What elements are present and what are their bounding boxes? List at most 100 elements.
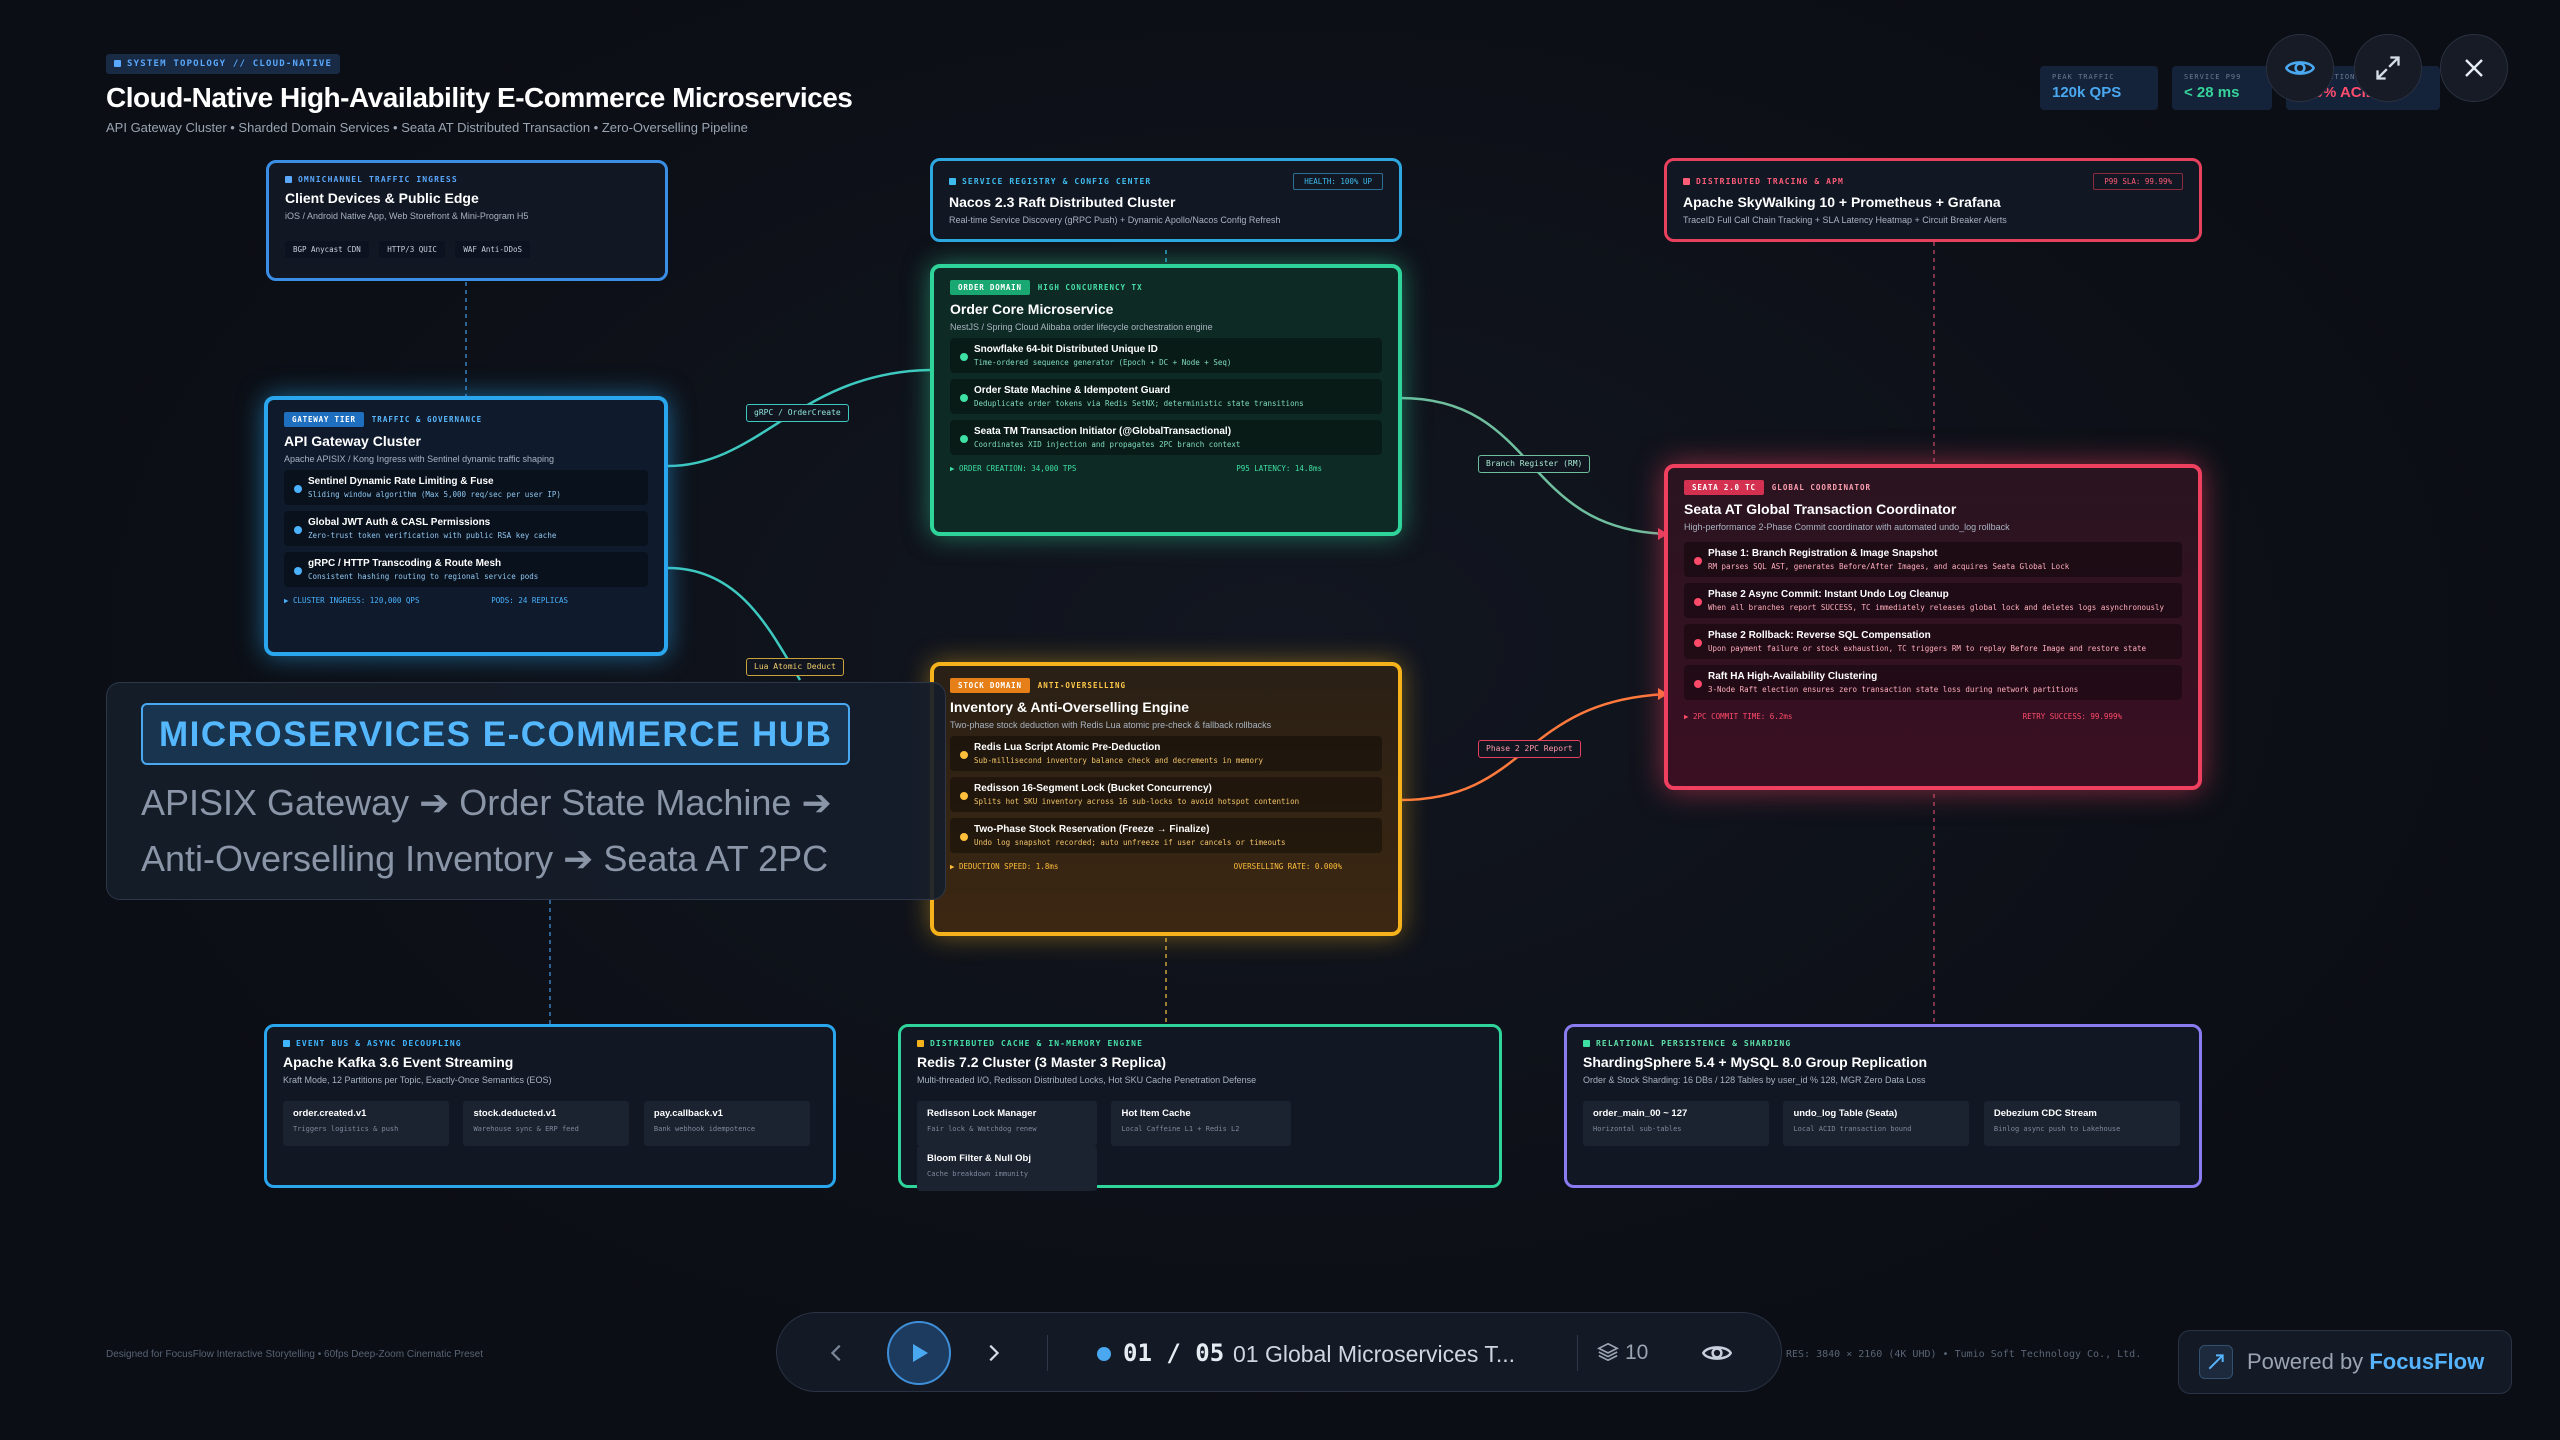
- tag-dot: [917, 1040, 924, 1047]
- card-redis[interactable]: DISTRIBUTED CACHE & IN-MEMORY ENGINE Red…: [898, 1024, 1502, 1191]
- topic-box: stock.deducted.v1 Warehouse sync & ERP fe…: [463, 1101, 630, 1146]
- tag-dot: [1583, 1040, 1590, 1047]
- item-desc: Upon payment failure or stock exhaustion…: [1708, 644, 2146, 653]
- card-title: Order Core Microservice: [950, 301, 1114, 317]
- connector-label-branch: Branch Register (RM): [1478, 455, 1591, 473]
- card-client-devices[interactable]: OMNICHANNEL TRAFFIC INGRESS Client Devic…: [266, 160, 668, 281]
- item-title: Raft HA High-Availability Clustering: [1708, 671, 1878, 682]
- toggle-visibility-button[interactable]: [1697, 1333, 1737, 1373]
- card-api-gateway[interactable]: GATEWAY TIER TRAFFIC & GOVERNANCE API Ga…: [264, 396, 668, 656]
- shard-row: order_main_00 ~ 127 Horizontal sub-tables…: [1583, 1101, 2183, 1146]
- bullet: [960, 435, 968, 443]
- domain-label: HIGH CONCURRENCY TX: [1037, 283, 1143, 292]
- domain-label: ANTI-OVERSELLING: [1037, 681, 1127, 690]
- shard-box: order_main_00 ~ 127 Horizontal sub-tables: [1583, 1101, 1769, 1146]
- card-nacos-registry[interactable]: SERVICE REGISTRY & CONFIG CENTER HEALTH:…: [930, 158, 1402, 242]
- topic-desc: Warehouse sync & ERP feed: [473, 1125, 579, 1133]
- shard-desc: Horizontal sub-tables: [1593, 1125, 1682, 1133]
- chip-cdn: BGP Anycast CDN: [285, 241, 369, 258]
- focusflow-logo-icon: [2199, 1345, 2233, 1379]
- list-item: Phase 1: Branch Registration & Image Sna…: [1684, 542, 2182, 577]
- card-kafka[interactable]: EVENT BUS & ASYNC DECOUPLING Apache Kafk…: [264, 1024, 836, 1188]
- kpi-value: < 28 ms: [2184, 84, 2240, 101]
- card-shardingsphere[interactable]: RELATIONAL PERSISTENCE & SHARDING Shardi…: [1564, 1024, 2202, 1188]
- trend-icon: [2208, 1354, 2224, 1370]
- list-item: Two-Phase Stock Reservation (Freeze → Fi…: [950, 818, 1382, 853]
- layers-count: 10: [1625, 1341, 1649, 1364]
- cache-desc: Cache breakdown immunity: [927, 1170, 1029, 1178]
- card-header-row: DISTRIBUTED TRACING & APM P99 SLA: 99.99…: [1683, 173, 2183, 190]
- preview-button[interactable]: [2266, 34, 2334, 102]
- card-footer: ▶ DEDUCTION SPEED: 1.8ms OVERSELLING RATE…: [950, 862, 1382, 871]
- item-title: Phase 1: Branch Registration & Image Sna…: [1708, 548, 1938, 559]
- shard-box: Debezium CDC Stream Binlog async push to …: [1983, 1101, 2180, 1146]
- card-subtitle: Two-phase stock deduction with Redis Lua…: [950, 720, 1272, 730]
- play-button[interactable]: [887, 1321, 951, 1385]
- list-item: Raft HA High-Availability Clustering 3-No…: [1684, 665, 2182, 700]
- layers-counter[interactable]: 10: [1596, 1341, 1649, 1365]
- chip-quic: HTTP/3 QUIC: [379, 241, 445, 258]
- list-item: Phase 2 Async Commit: Instant Undo Log C…: [1684, 583, 2182, 618]
- bullet: [960, 833, 968, 841]
- prev-slide-button[interactable]: [817, 1333, 857, 1373]
- bullet: [1694, 557, 1702, 565]
- cache-box: Bloom Filter & Null Obj Cache breakdown i…: [917, 1146, 1097, 1191]
- item-title: gRPC / HTTP Transcoding & Route Mesh: [308, 558, 502, 569]
- cache-title: Bloom Filter & Null Obj: [927, 1153, 1031, 1164]
- tier-pill: GATEWAY TIER: [284, 412, 364, 427]
- tc-pill: SEATA 2.0 TC: [1684, 480, 1764, 495]
- connector-label-phase2: Phase 2 2PC Report: [1478, 740, 1581, 758]
- shard-title: Debezium CDC Stream: [1993, 1108, 2097, 1119]
- item-desc: Consistent hashing routing to regional s…: [308, 572, 539, 581]
- card-tag-text: DISTRIBUTED CACHE & IN-MEMORY ENGINE: [930, 1039, 1143, 1048]
- next-slide-button[interactable]: [973, 1333, 1013, 1373]
- slide-counter: 01 / 05: [1097, 1339, 1224, 1367]
- powered-prefix: Powered by: [2247, 1349, 2364, 1374]
- hub-line-2: Anti-Overselling Inventory ➔ Seata AT 2P…: [141, 838, 829, 879]
- card-subtitle: iOS / Android Native App, Web Storefront…: [285, 211, 529, 221]
- card-subtitle: Kraft Mode, 12 Partitions per Topic, Exa…: [283, 1075, 552, 1085]
- list-item: Seata TM Transaction Initiator (@GlobalT…: [950, 420, 1382, 455]
- system-topology-tag-text: SYSTEM TOPOLOGY // CLOUD-NATIVE: [127, 59, 333, 69]
- chevron-right-icon: [989, 1344, 1000, 1362]
- cache-title: Redisson Lock Manager: [927, 1108, 1037, 1119]
- powered-by-badge[interactable]: Powered by FocusFlow: [2178, 1330, 2512, 1394]
- domain-pill: ORDER DOMAIN: [950, 280, 1030, 295]
- card-title: ShardingSphere 5.4 + MySQL 8.0 Group Rep…: [1583, 1054, 1927, 1070]
- footer-left: ▶ DEDUCTION SPEED: 1.8ms: [950, 862, 1059, 871]
- item-title: Phase 2 Rollback: Reverse SQL Compensati…: [1708, 630, 1931, 641]
- powered-by-text: Powered by FocusFlow: [2247, 1349, 2484, 1375]
- topic-desc: Triggers logistics & push: [293, 1125, 399, 1133]
- close-button[interactable]: [2440, 34, 2508, 102]
- expand-icon: [2376, 56, 2400, 80]
- card-header-row: SERVICE REGISTRY & CONFIG CENTER HEALTH:…: [949, 173, 1383, 190]
- item-desc: Sub-millisecond inventory balance check …: [974, 756, 1263, 765]
- card-seata-coordinator[interactable]: SEATA 2.0 TC GLOBAL COORDINATOR Seata AT…: [1664, 464, 2202, 790]
- topic-title: stock.deducted.v1: [473, 1108, 557, 1119]
- slide-name[interactable]: 01 Global Microservices T...: [1233, 1341, 1515, 1368]
- card-inventory-engine[interactable]: STOCK DOMAIN ANTI-OVERSELLING Inventory …: [930, 662, 1402, 936]
- cache-box: Hot Item Cache Local Caffeine L1 + Redis …: [1111, 1101, 1292, 1146]
- topic-box: pay.callback.v1 Bank webhook idempotence: [643, 1101, 810, 1146]
- card-tag: DISTRIBUTED CACHE & IN-MEMORY ENGINE: [917, 1039, 1483, 1048]
- current-slide: 01: [1123, 1339, 1152, 1367]
- card-subtitle: Apache APISIX / Kong Ingress with Sentin…: [284, 454, 554, 464]
- fullscreen-button[interactable]: [2354, 34, 2422, 102]
- card-order-core[interactable]: ORDER DOMAIN HIGH CONCURRENCY TX Order C…: [930, 264, 1402, 536]
- progress-dot: [1097, 1347, 1111, 1361]
- tag-dot: [285, 176, 292, 183]
- card-skywalking[interactable]: DISTRIBUTED TRACING & APM P99 SLA: 99.99…: [1664, 158, 2202, 242]
- hub-caption: MICROSERVICES E-COMMERCE HUB APISIX Gate…: [106, 682, 946, 900]
- card-subtitle: TraceID Full Call Chain Tracking + SLA L…: [1683, 215, 2007, 225]
- card-title: Seata AT Global Transaction Coordinator: [1684, 501, 1957, 517]
- close-icon: [2465, 59, 2483, 77]
- item-title: Redisson 16-Segment Lock (Bucket Concurr…: [974, 783, 1212, 794]
- sla-badge: P99 SLA: 99.99%: [2093, 173, 2183, 190]
- item-title: Phase 2 Async Commit: Instant Undo Log C…: [1708, 589, 1949, 600]
- bullet: [1694, 598, 1702, 606]
- list-item: Snowflake 64-bit Distributed Unique ID Ti…: [950, 338, 1382, 373]
- topic-desc: Bank webhook idempotence: [653, 1125, 756, 1133]
- resolution-credit: RES: 3840 × 2160 (4K UHD) • Tumio Soft T…: [1786, 1349, 2142, 1360]
- bullet: [294, 567, 302, 575]
- card-title: Redis 7.2 Cluster (3 Master 3 Replica): [917, 1054, 1166, 1070]
